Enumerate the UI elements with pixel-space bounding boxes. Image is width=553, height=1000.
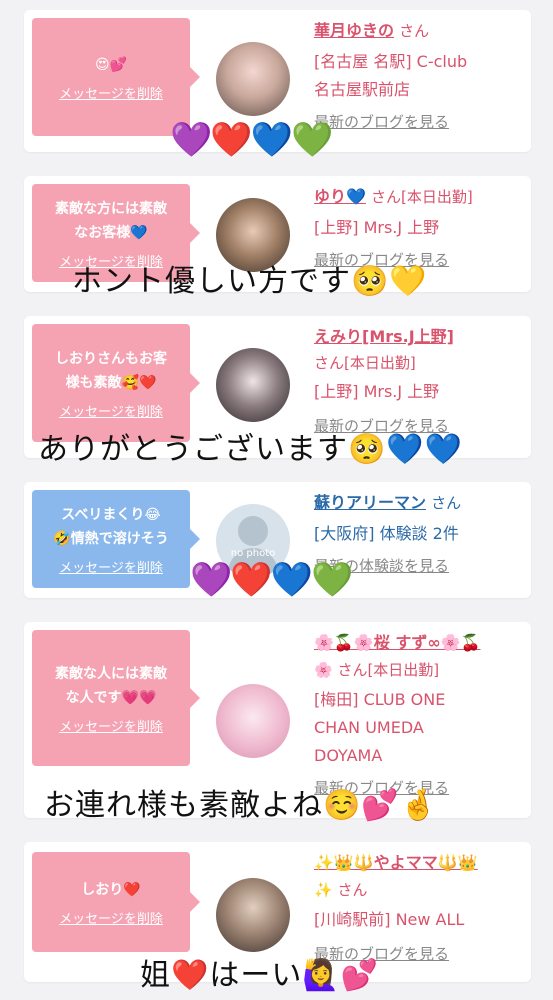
honorific: さん[本日出勤] xyxy=(371,188,473,206)
shop-name: [上野] Mrs.J 上野 xyxy=(314,218,440,237)
profile-name-link[interactable]: ゆり💙 xyxy=(314,187,366,206)
shop-name: [梅田] CLUB ONE CHAN UMEDA DOYAMA xyxy=(314,690,446,765)
profile-name-link[interactable]: 蘇りアリーマン xyxy=(314,493,426,512)
honorific: さん xyxy=(399,22,430,40)
profile-name-link[interactable]: 華月ゆきの xyxy=(314,21,394,40)
heart-emoji-overlay: 💜❤️💙💚 xyxy=(190,560,353,600)
message-text: 素敵な方には素敵 なお客様💙 xyxy=(55,200,167,241)
message-text: 😍💕 xyxy=(94,56,128,73)
heart-emoji-overlay: 💜❤️💙💚 xyxy=(170,120,333,160)
message-bubble: 😍💕 メッセージを削除 xyxy=(32,18,200,136)
no-photo-silhouette-icon xyxy=(238,516,268,546)
message-text: 素敵な人には素敵 な人です💗💗 xyxy=(55,665,167,706)
no-photo-label: no photo xyxy=(230,548,276,559)
delete-message-link[interactable]: メッセージを削除 xyxy=(59,401,163,420)
message-text: しおり❤️ xyxy=(81,881,141,898)
caption-overlay: お連れ様も素敵よね☺️💕🤞 xyxy=(44,788,439,823)
delete-message-link[interactable]: メッセージを削除 xyxy=(59,716,163,735)
honorific: さん[本日出勤] xyxy=(314,354,416,372)
honorific: さん xyxy=(431,494,462,512)
avatar[interactable] xyxy=(216,684,290,758)
shop-name: [川崎駅前] New ALL xyxy=(314,910,465,929)
blog-link[interactable]: 最新のブログを見る xyxy=(314,110,519,134)
message-bubble: スベリまくり😂 🤣情熱で溶けそう メッセージを削除 xyxy=(32,490,200,588)
caption-overlay: ありがとうございます🥺💙💙 xyxy=(38,432,464,467)
profile-name-link[interactable]: 🌸🍒🌸桜 すず∞🌸🍒 xyxy=(314,633,481,652)
message-bubble: しおり❤️ メッセージを削除 xyxy=(32,852,200,952)
message-text: スベリまくり😂 🤣情熱で溶けそう xyxy=(53,506,169,547)
profile-name-link[interactable]: ✨👑🔱やよママ🔱👑 xyxy=(314,853,478,872)
delete-message-link[interactable]: メッセージを削除 xyxy=(59,557,163,576)
shop-name: [大阪府] 体験談 2件 xyxy=(314,524,459,543)
delete-message-link[interactable]: メッセージを削除 xyxy=(59,908,163,927)
profile-name-link[interactable]: えみり[Mrs.J上野] xyxy=(314,327,454,346)
honorific: ✨ さん xyxy=(314,881,368,899)
message-text: しおりさんもお客 様も素敵🥰❤️ xyxy=(55,350,167,391)
avatar[interactable] xyxy=(216,348,290,422)
caption-overlay: 姐❤️はーい🙋‍♀️💕 xyxy=(140,958,380,993)
delete-message-link[interactable]: メッセージを削除 xyxy=(59,83,163,102)
honorific: 🌸 さん[本日出勤] xyxy=(314,661,440,679)
caption-overlay: ホント優しい方です🥺💛 xyxy=(72,264,428,299)
message-bubble: 素敵な人には素敵 な人です💗💗 メッセージを削除 xyxy=(32,630,200,766)
shop-name: [上野] Mrs.J 上野 xyxy=(314,382,440,401)
avatar[interactable] xyxy=(216,42,290,116)
shop-name: [名古屋 名駅] C-club 名古屋駅前店 xyxy=(314,52,468,99)
avatar[interactable] xyxy=(216,878,290,952)
